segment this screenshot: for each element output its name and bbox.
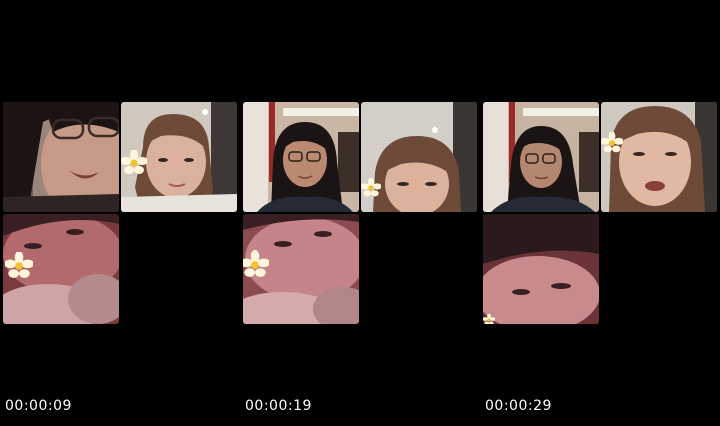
flower-filter-icon (601, 132, 623, 153)
elapsed-time: 00:00:09 (5, 398, 72, 414)
video-tile-participant-a[interactable] (3, 102, 119, 212)
elapsed-time: 00:00:19 (245, 398, 312, 414)
flower-filter-icon (5, 252, 33, 278)
flower-filter-icon (361, 178, 381, 197)
participant-a-video-frame (3, 102, 119, 212)
video-tile-participant-c[interactable] (3, 214, 119, 324)
video-tile-participant-c[interactable] (243, 214, 359, 324)
participant-a-video-frame (483, 102, 599, 212)
video-tile-participant-c[interactable] (483, 214, 599, 324)
participant-b-video-frame (601, 102, 717, 212)
video-tile-participant-b[interactable] (601, 102, 717, 212)
flower-filter-icon (483, 314, 495, 324)
participant-a-video-frame (243, 102, 359, 212)
call-frame-2: 00:00:19 (240, 0, 480, 426)
video-tile-participant-b[interactable] (121, 102, 237, 212)
video-tile-participant-a[interactable] (483, 102, 599, 212)
flower-filter-icon (121, 150, 147, 174)
participant-c-video-frame (483, 214, 599, 324)
call-frame-3: 00:00:29 (480, 0, 720, 426)
elapsed-time: 00:00:29 (485, 398, 552, 414)
call-frame-1: 00:00:09 (0, 0, 240, 426)
video-tile-participant-a[interactable] (243, 102, 359, 212)
video-tile-participant-b[interactable] (361, 102, 477, 212)
flower-filter-icon (243, 249, 269, 277)
